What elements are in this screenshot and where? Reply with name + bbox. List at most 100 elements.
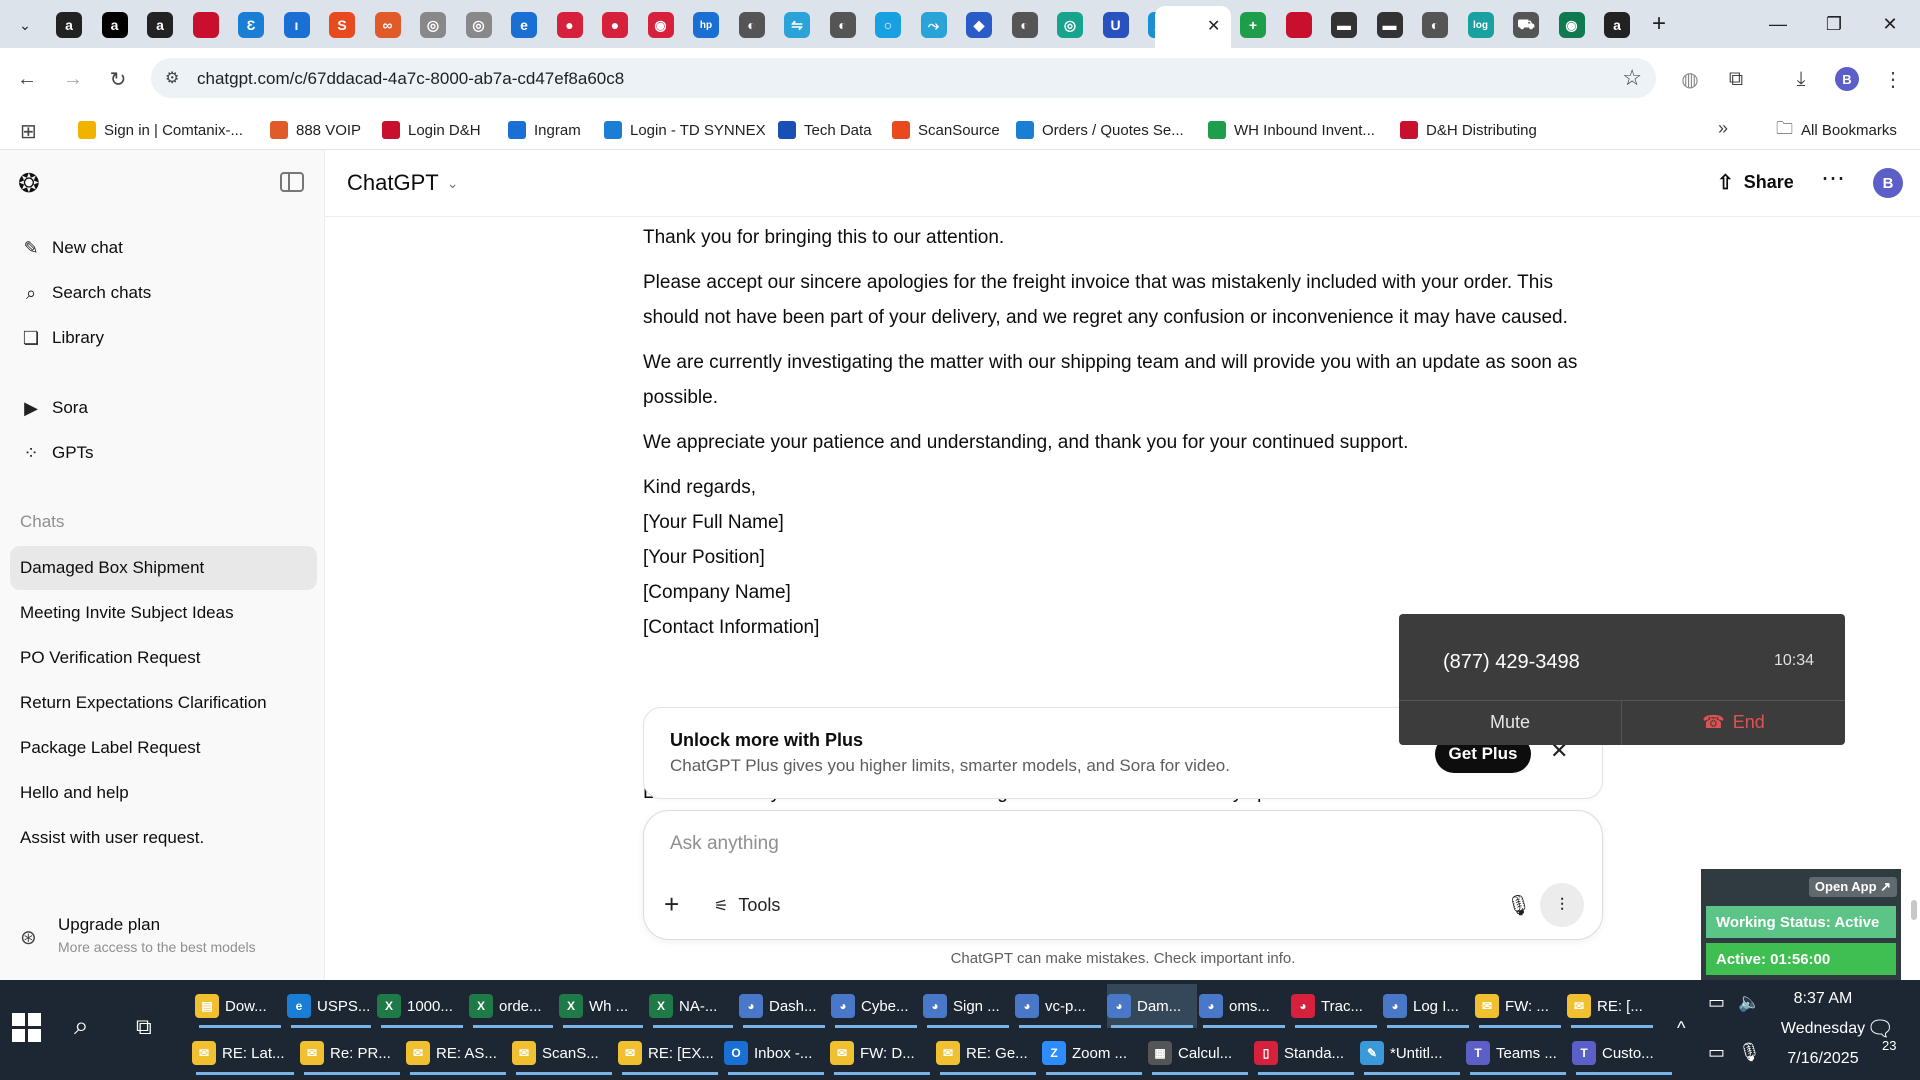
- taskbar-app-button[interactable]: ◕ Trac...: [1291, 984, 1381, 1028]
- browser-menu-icon[interactable]: ⋮: [1878, 64, 1908, 94]
- back-button[interactable]: ←: [12, 64, 42, 94]
- tab-favicon-dh-1-icon[interactable]: [192, 12, 219, 38]
- tools-button[interactable]: ⚟ Tools: [714, 895, 780, 916]
- all-bookmarks-button[interactable]: 🗀 All Bookmarks: [1776, 118, 1897, 142]
- share-button[interactable]: ⇧ Share: [1717, 170, 1794, 195]
- bookmark-item[interactable]: Orders / Quotes Se...: [1016, 118, 1184, 142]
- taskbar-app-button[interactable]: O Inbox -...: [724, 1031, 828, 1075]
- close-sidebar-icon[interactable]: [280, 172, 304, 192]
- tray-expand-icon[interactable]: ^: [1677, 1018, 1685, 1039]
- tab-active[interactable]: ✕: [1155, 6, 1231, 48]
- sidebar-item-library[interactable]: ❏ Library: [20, 321, 104, 355]
- taskbar-app-button[interactable]: ✉ RE: Ge...: [936, 1031, 1040, 1075]
- site-info-icon[interactable]: ⚙: [165, 68, 185, 88]
- bookmark-item[interactable]: Tech Data: [778, 118, 872, 142]
- sidebar-item-gpts[interactable]: ⁘ GPTs: [20, 436, 93, 470]
- taskbar-app-button[interactable]: ✎ *Untitl...: [1360, 1031, 1464, 1075]
- sidebar-item-new-chat[interactable]: ✎ New chat: [20, 231, 122, 265]
- chat-history-item[interactable]: Assist with user request.: [10, 816, 317, 860]
- taskbar-app-button[interactable]: ✉ Re: PR...: [300, 1031, 404, 1075]
- chat-history-item[interactable]: Damaged Box Shipment: [10, 546, 317, 590]
- sidebar-item-search-chats[interactable]: ⌕ Search chats: [20, 276, 151, 310]
- taskbar-app-button[interactable]: ◕ Log I...: [1383, 984, 1473, 1028]
- tab-favicon-hp-1-icon[interactable]: hp: [693, 12, 719, 38]
- taskbar-search-icon[interactable]: ⌕: [74, 1010, 89, 1042]
- tab-favicon-ebay-1-icon[interactable]: ▬: [1331, 12, 1357, 38]
- taskbar-app-button[interactable]: ✉ ScanS...: [512, 1031, 616, 1075]
- tab-favicon-globe-3-icon[interactable]: ◐: [738, 12, 765, 38]
- taskbar-app-button[interactable]: X Wh ...: [559, 984, 647, 1028]
- tab-favicon-green-1-icon[interactable]: ◎: [1057, 12, 1083, 38]
- url-text[interactable]: chatgpt.com/c/67ddacad-4a7c-8000-ab7a-cd…: [197, 69, 624, 89]
- chat-history-item[interactable]: Package Label Request: [10, 726, 317, 770]
- downloads-icon[interactable]: ⤓: [1786, 64, 1816, 94]
- taskbar-app-button[interactable]: ▦ Calcul...: [1148, 1031, 1252, 1075]
- bookmark-item[interactable]: 888 VOIP: [270, 118, 361, 142]
- scrollbar[interactable]: [1908, 220, 1920, 920]
- taskbar-app-button[interactable]: Z Zoom ...: [1042, 1031, 1146, 1075]
- taskbar-app-button[interactable]: ◕ Dash...: [739, 984, 829, 1028]
- minimize-button[interactable]: —: [1758, 10, 1798, 38]
- display-icon[interactable]: ▭: [1708, 1042, 1725, 1063]
- voice-mode-icon[interactable]: ⫶: [1540, 883, 1584, 927]
- sidebar-item-sora[interactable]: ▶ Sora: [20, 391, 88, 425]
- tab-favicon-amazon-1-icon[interactable]: a: [56, 12, 82, 38]
- tab-favicon-ec-1-icon[interactable]: Ɛ: [238, 12, 264, 38]
- tab-favicon-ebay-2-icon[interactable]: ▬: [1376, 12, 1403, 38]
- tab-favicon-sheets-1-icon[interactable]: +: [1240, 12, 1266, 38]
- taskbar-app-button[interactable]: ✉ RE: Lat...: [192, 1031, 298, 1075]
- reload-button[interactable]: ↻: [103, 64, 133, 94]
- tab-favicon-amazon-2-icon[interactable]: a: [101, 12, 128, 38]
- bookmark-star-icon[interactable]: ☆: [1622, 65, 1642, 91]
- clock-date[interactable]: 7/16/2025: [1773, 1050, 1873, 1068]
- tab-favicon-diamond-1-icon[interactable]: ◆: [966, 12, 992, 38]
- chat-history-item[interactable]: Hello and help: [10, 771, 317, 815]
- tab-favicon-globe-5-icon[interactable]: ◐: [1011, 12, 1038, 38]
- taskbar-app-button[interactable]: ✉ RE: [EX...: [618, 1031, 722, 1075]
- tab-favicon-dh-2-icon[interactable]: [1285, 12, 1312, 38]
- tab-favicon-globe-4-icon[interactable]: ◐: [829, 12, 856, 38]
- tab-search-button[interactable]: ⌄: [12, 12, 38, 38]
- tab-favicon-edge-1-icon[interactable]: e: [511, 12, 537, 38]
- taskbar-app-button[interactable]: ✉ FW: D...: [830, 1031, 934, 1075]
- tab-favicon-globe-6-icon[interactable]: ◐: [1422, 12, 1448, 38]
- taskbar-app-button[interactable]: X 1000...: [377, 984, 467, 1028]
- tab-favicon-blue-2-icon[interactable]: ○: [875, 12, 901, 38]
- mute-button[interactable]: Mute: [1399, 700, 1621, 745]
- taskbar-app-button[interactable]: ✉ RE: AS...: [406, 1031, 510, 1075]
- close-window-button[interactable]: ✕: [1870, 10, 1910, 38]
- tab-close-icon[interactable]: ✕: [1207, 16, 1220, 36]
- taskbar-app-button[interactable]: ◕ Sign ...: [923, 984, 1013, 1028]
- user-avatar[interactable]: B: [1873, 168, 1903, 198]
- prompt-input[interactable]: [670, 833, 1470, 855]
- tab-favicon-amazon-3-icon[interactable]: a: [147, 12, 173, 38]
- taskbar-app-button[interactable]: ✉ FW: ...: [1475, 984, 1565, 1028]
- taskbar-app-button[interactable]: ✉ RE: [...: [1567, 984, 1657, 1028]
- taskbar-app-button[interactable]: X NA-...: [649, 984, 737, 1028]
- tab-favicon-ingram-1-icon[interactable]: ı: [283, 12, 310, 38]
- taskbar-app-button[interactable]: ◕ oms...: [1199, 984, 1289, 1028]
- bookmark-item[interactable]: Sign in | Comtanix-...: [78, 118, 243, 142]
- new-tab-button[interactable]: +: [1652, 10, 1666, 38]
- address-bar[interactable]: ⚙ chatgpt.com/c/67ddacad-4a7c-8000-ab7a-…: [151, 58, 1656, 98]
- model-selector[interactable]: ChatGPT ⌄: [347, 170, 458, 196]
- bookmark-item[interactable]: WH Inbound Invent...: [1208, 118, 1375, 142]
- more-bookmarks-icon[interactable]: »: [1718, 118, 1728, 139]
- open-app-button[interactable]: Open App ↗: [1809, 877, 1897, 897]
- tab-favicon-green-2-icon[interactable]: ◉: [1558, 12, 1585, 38]
- bookmark-item[interactable]: Login D&H: [382, 118, 481, 142]
- more-options-icon[interactable]: ⋯: [1821, 164, 1845, 193]
- tab-favicon-car-1-icon[interactable]: ⛟: [1513, 12, 1539, 38]
- bookmark-item[interactable]: D&H Distributing: [1400, 118, 1537, 142]
- tab-favicon-blue-1-icon[interactable]: ⇋: [784, 12, 810, 38]
- tab-favicon-blue-3-icon[interactable]: ⤳: [920, 12, 947, 38]
- apps-grid-icon[interactable]: ⊞: [20, 119, 37, 144]
- taskbar-app-button[interactable]: Xorde...: [469, 984, 557, 1028]
- tab-favicon-scansource-1-icon[interactable]: S: [329, 12, 355, 38]
- microphone-icon[interactable]: 🎙: [1506, 893, 1531, 918]
- tab-favicon-red-3-icon[interactable]: ◉: [647, 12, 674, 38]
- bookmark-item[interactable]: Ingram: [508, 118, 581, 142]
- profile-avatar[interactable]: B: [1835, 67, 1859, 91]
- tab-favicon-log-1-icon[interactable]: log: [1467, 12, 1494, 38]
- attach-plus-icon[interactable]: +: [664, 889, 679, 920]
